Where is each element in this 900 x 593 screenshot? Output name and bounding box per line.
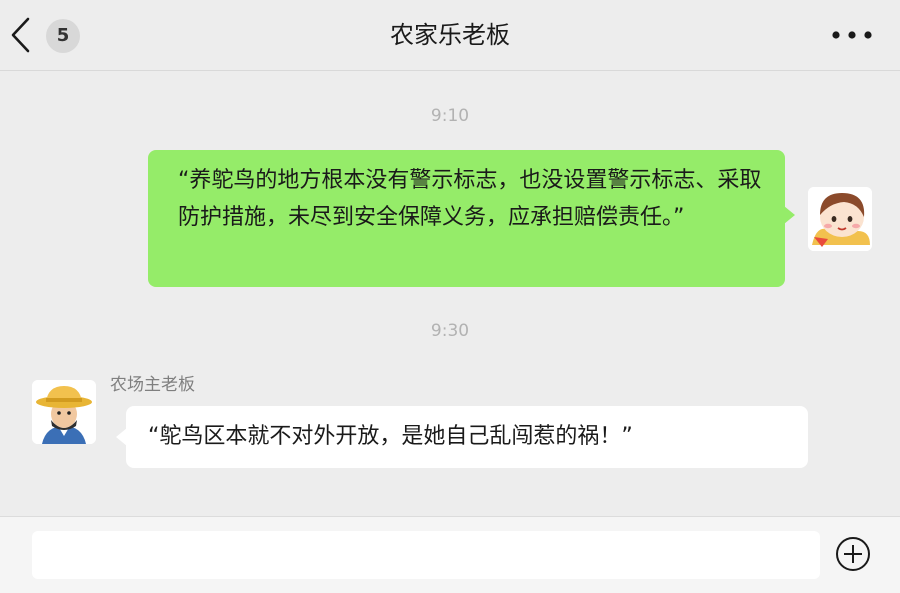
cartoon-girl-avatar-icon [808,187,872,251]
chat-title: 农家乐老板 [390,21,510,49]
more-dots-icon [832,31,872,39]
contact-avatar[interactable] [32,380,96,444]
timestamp: 9:30 [430,321,470,341]
plus-circle-icon [836,537,870,571]
farmer-avatar-icon [32,380,96,444]
back-button[interactable] [8,16,36,54]
add-button[interactable] [834,535,872,573]
more-button[interactable] [828,22,878,48]
user-avatar[interactable] [808,187,872,251]
message-input[interactable] [32,531,820,579]
message-bubble-sent[interactable]: “养鸵鸟的地方根本没有警示标志，也没设置警示标志、采取防护措施，未尽到安全保障义… [148,150,795,287]
sender-name: 农场主老板 [110,375,195,395]
chat-header: 5 农家乐老板 [0,0,900,71]
input-bar [0,516,900,593]
timestamp: 9:10 [430,106,470,126]
back-arrow-icon [11,17,30,53]
message-bubble-received[interactable]: “鸵鸟区本就不对外开放，是她自己乱闯惹的祸！” [116,406,808,468]
unread-count-badge[interactable]: 5 [46,19,80,53]
